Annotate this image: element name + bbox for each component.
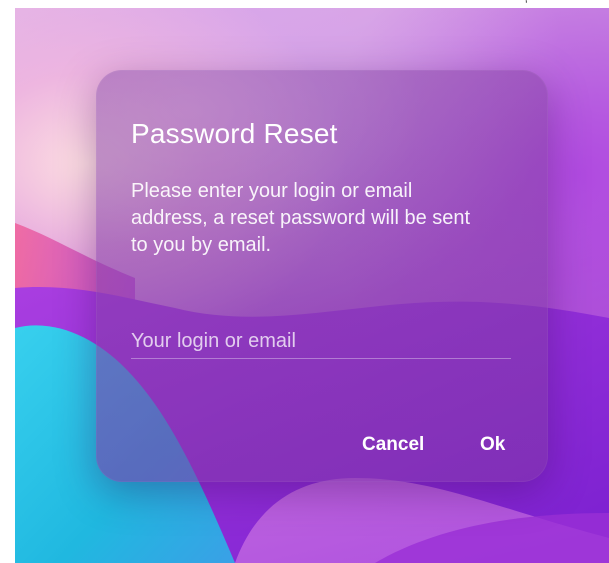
ok-button[interactable]: Ok <box>472 428 513 462</box>
dialog-message: Please enter your login or email address… <box>131 180 471 256</box>
login-email-input[interactable] <box>131 324 511 359</box>
screen: ʼ Password Reset Please enter your login… <box>0 0 609 563</box>
cancel-button[interactable]: Cancel <box>354 428 432 462</box>
dialog-title: Password Reset <box>131 118 338 149</box>
corner-mark-icon: ʼ <box>525 0 528 12</box>
password-reset-dialog: Password Reset Please enter your login o… <box>96 70 548 482</box>
